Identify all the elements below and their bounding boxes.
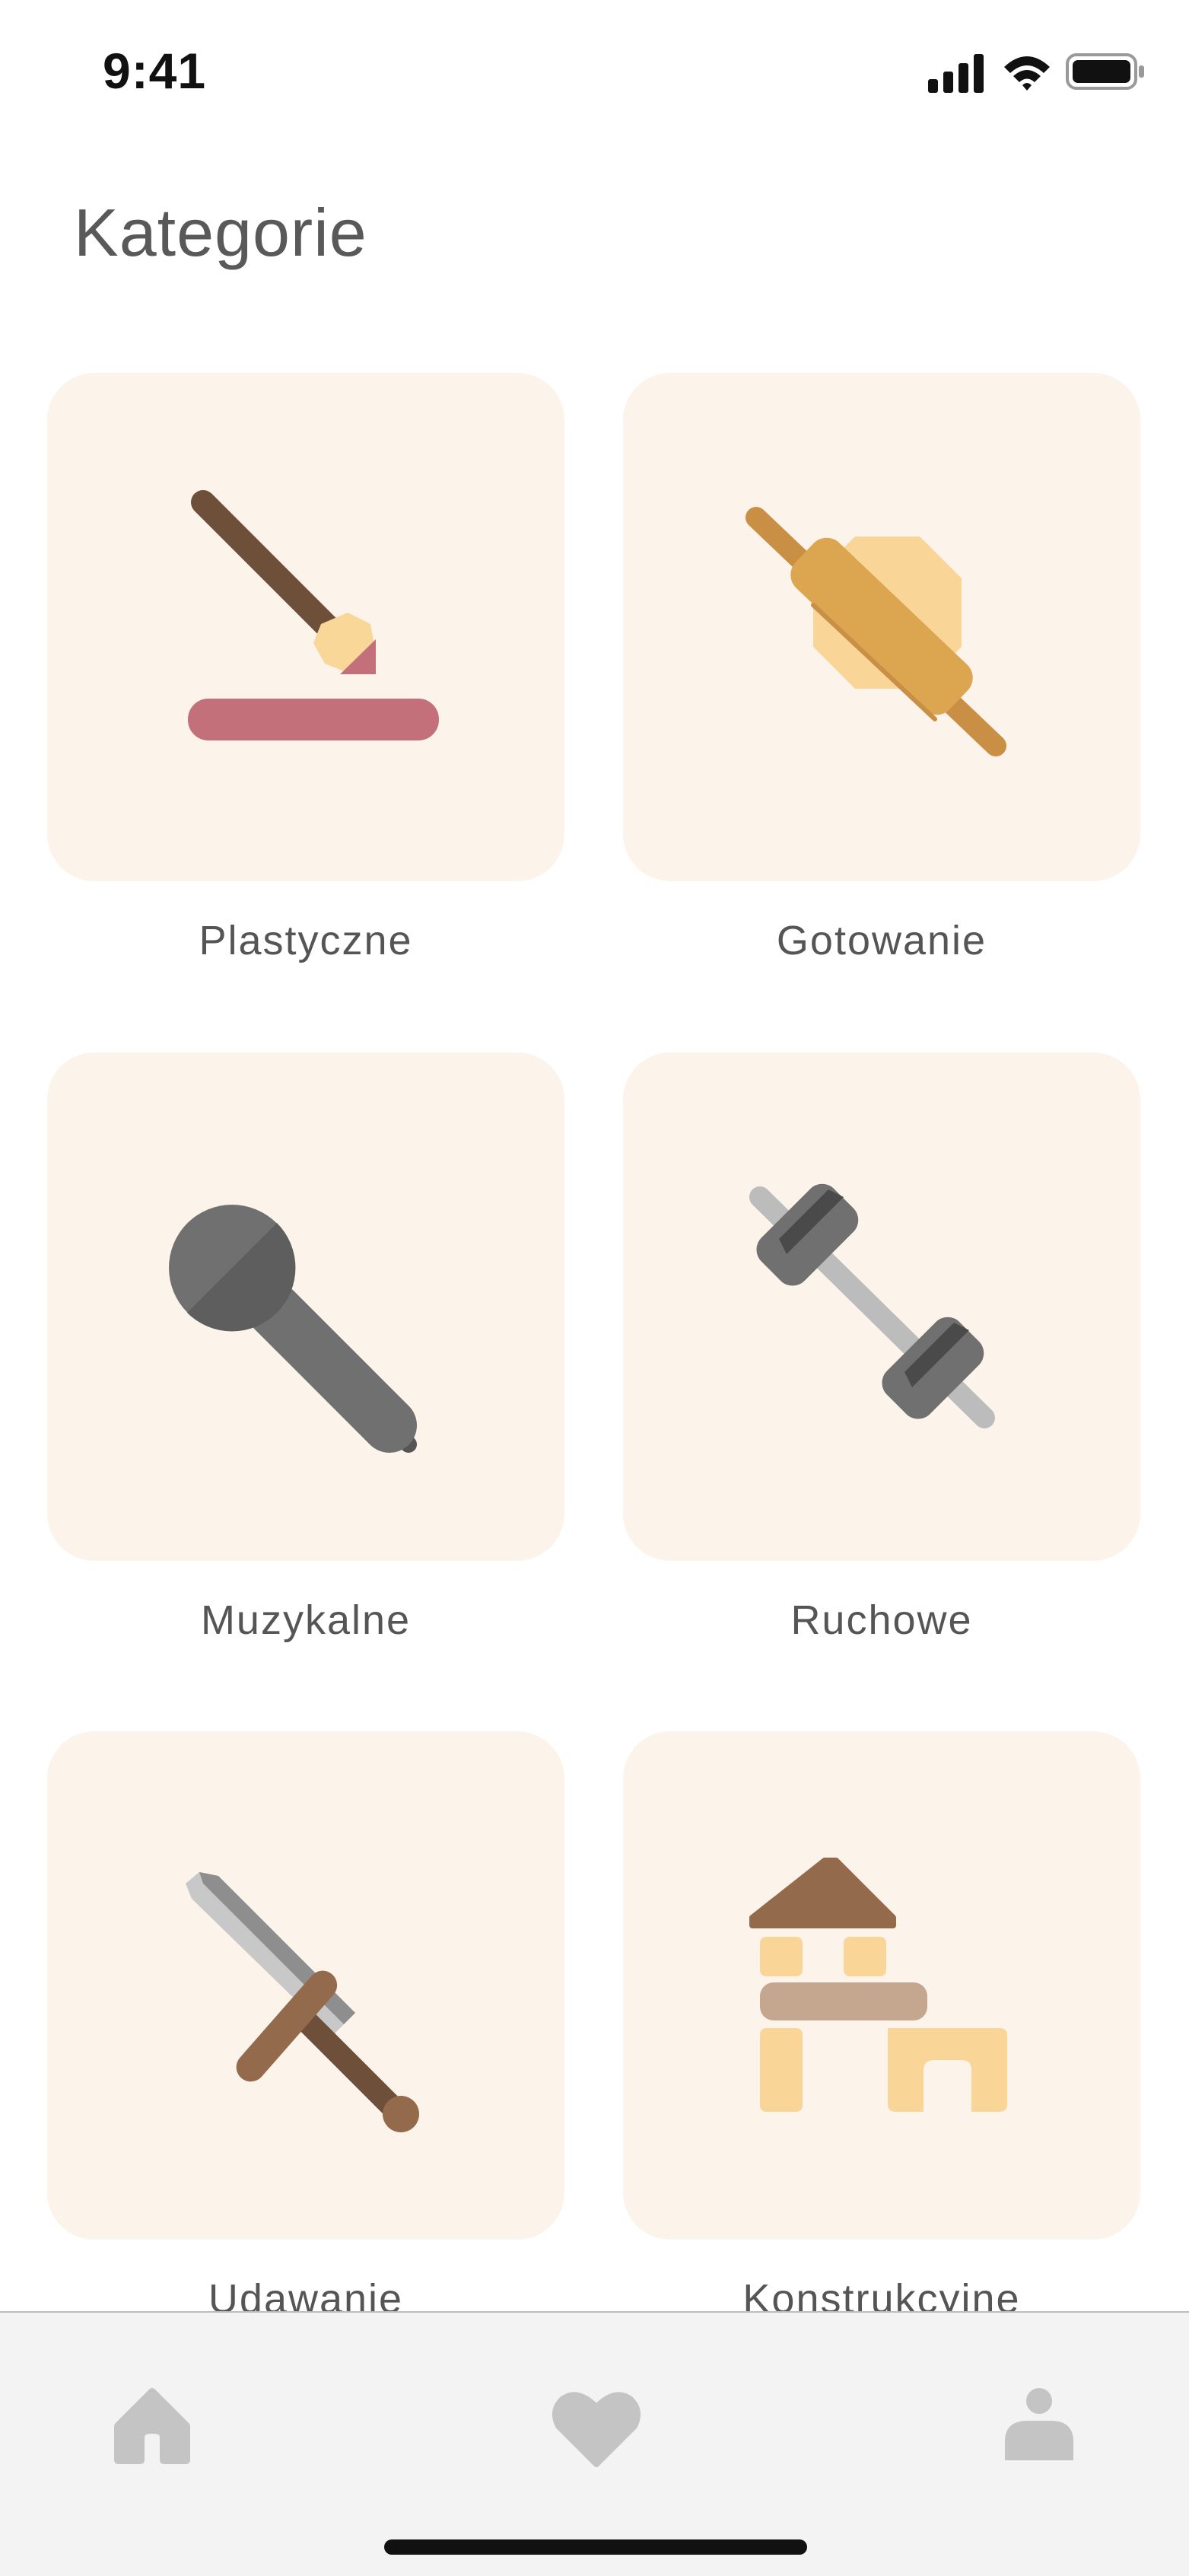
tab-favorites[interactable] (536, 2369, 657, 2476)
dumbbell-icon (749, 1183, 995, 1428)
sword-icon (186, 1872, 419, 2132)
category-label: Gotowanie (776, 918, 987, 963)
category-label: Plastyczne (199, 918, 413, 963)
category-label: Ruchowe (790, 1597, 973, 1643)
category-card-gotowanie[interactable] (623, 373, 1140, 881)
battery-icon (1066, 53, 1144, 90)
signal-icon (928, 54, 984, 93)
blocks-icon (749, 1858, 1007, 2112)
status-icons (928, 50, 1149, 94)
status-bar: 9:41 (0, 0, 1189, 145)
tab-bar (0, 2311, 1189, 2576)
category-card-plastyczne[interactable] (47, 373, 564, 881)
wifi-icon (1004, 56, 1050, 91)
home-indicator (384, 2539, 807, 2555)
page-title: Kategorie (74, 195, 367, 270)
rolling-pin-icon (746, 507, 1006, 756)
category-card-konstrukcyine[interactable] (623, 1731, 1140, 2240)
status-time: 9:41 (103, 43, 207, 99)
category-card-udawanie[interactable] (47, 1731, 564, 2240)
category-label: Muzykalne (200, 1597, 412, 1643)
category-card-muzykalne[interactable] (47, 1052, 564, 1561)
paintbrush-icon (188, 490, 439, 740)
home-icon (114, 2388, 190, 2464)
heart-icon (552, 2392, 641, 2467)
person-icon (1005, 2388, 1073, 2460)
category-card-ruchowe[interactable] (623, 1052, 1140, 1561)
microphone-icon (169, 1205, 417, 1453)
tab-home[interactable] (91, 2369, 213, 2476)
tab-profile[interactable] (978, 2369, 1100, 2476)
